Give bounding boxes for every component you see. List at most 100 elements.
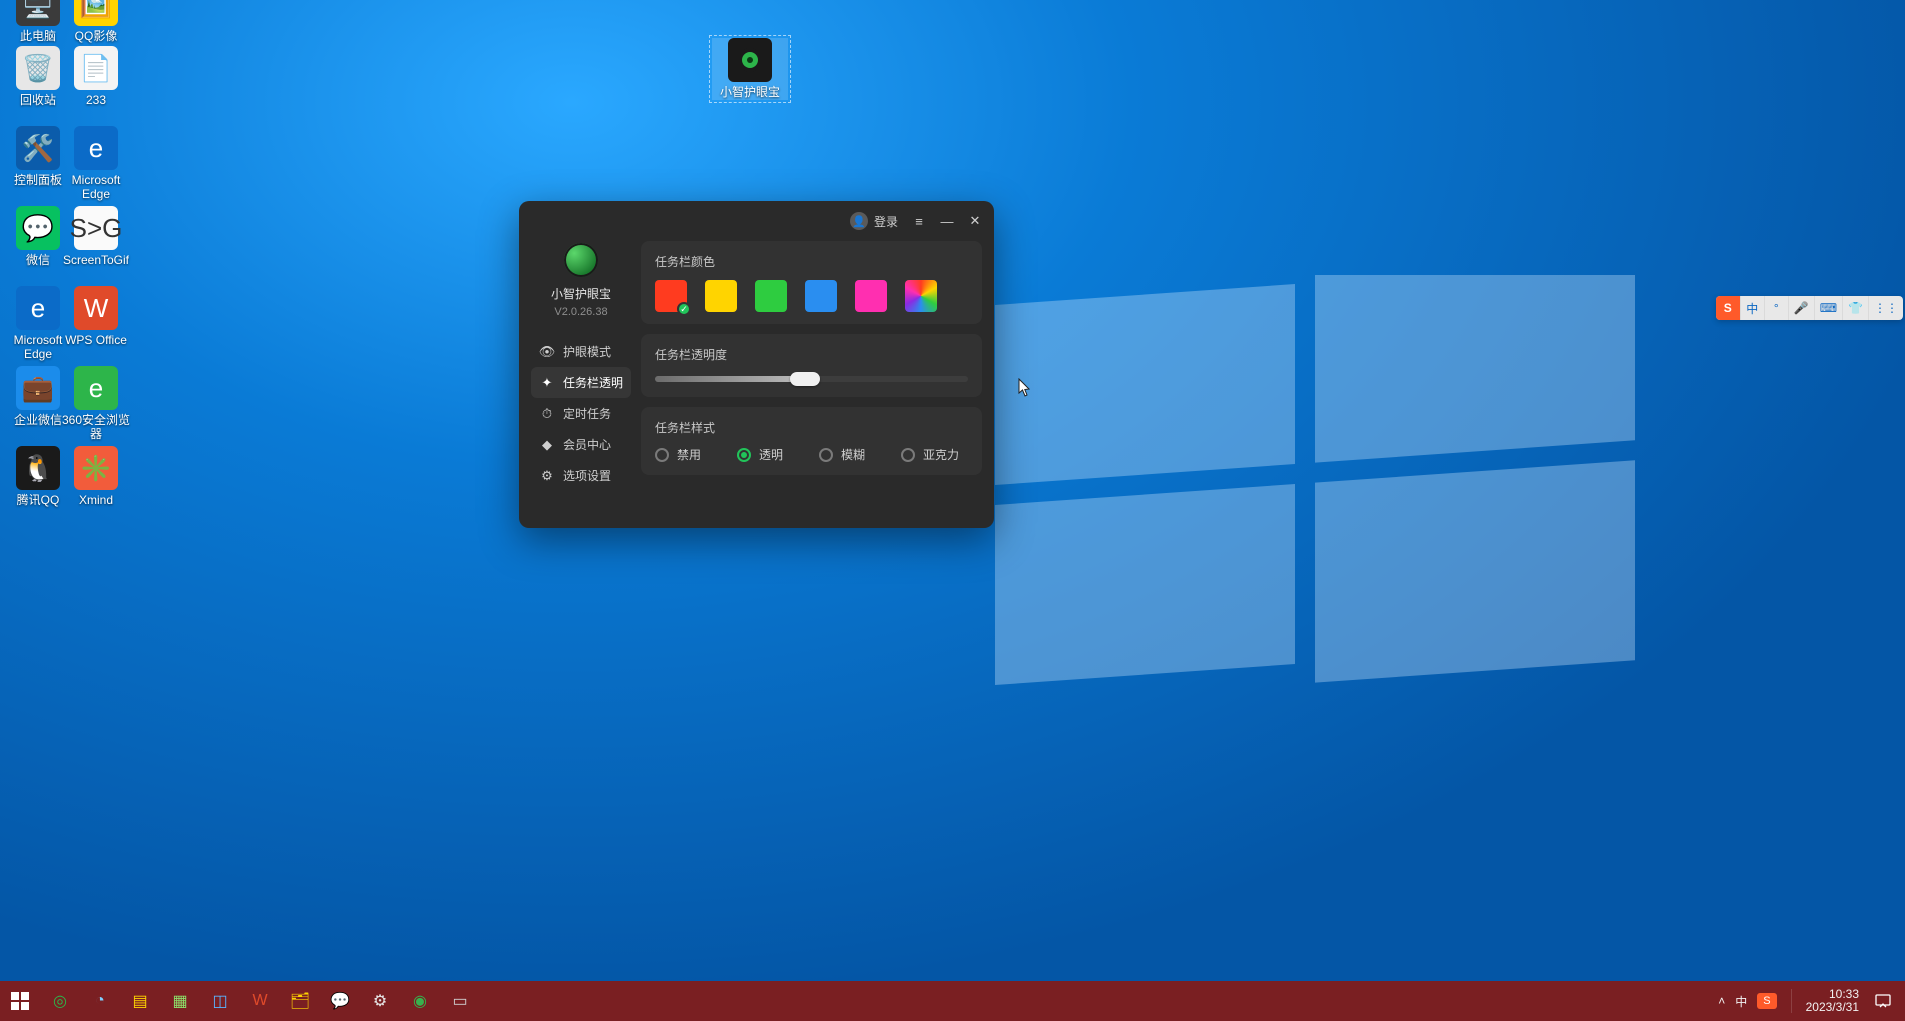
- clock-icon: ⏱: [539, 406, 555, 422]
- screentogif-icon: S>G: [74, 206, 118, 250]
- icon-label: WPS Office: [58, 334, 134, 348]
- taskbar-app-360[interactable]: ◎: [40, 981, 80, 1021]
- swatch-blue[interactable]: [805, 280, 837, 312]
- desktop-icon-xmind[interactable]: ✳️ Xmind: [58, 446, 134, 508]
- desktop-icon-wps[interactable]: W WPS Office: [58, 286, 134, 348]
- app-content: 任务栏颜色 ✓ 任务栏透明度: [641, 241, 982, 516]
- tray-separator: [1791, 989, 1792, 1013]
- ime-keyboard-icon[interactable]: ⌨: [1814, 296, 1842, 320]
- taskbar-app-explorer-1[interactable]: ▤: [120, 981, 160, 1021]
- swatch-yellow[interactable]: [705, 280, 737, 312]
- slider-fill: [655, 376, 805, 382]
- hamburger-icon[interactable]: ≡: [912, 214, 926, 228]
- app-logo-icon: [564, 243, 598, 277]
- menu-eye-mode[interactable]: 👁 护眼模式: [531, 336, 631, 367]
- ime-skin-icon[interactable]: 👕: [1842, 296, 1868, 320]
- app-brand: 小智护眼宝 V2.0.26.38: [551, 241, 611, 318]
- menu-member-center[interactable]: ◆ 会员中心: [531, 429, 631, 460]
- menu-taskbar-transparency[interactable]: ✦ 任务栏透明: [531, 367, 631, 398]
- pc-icon: 🖥️: [16, 0, 60, 26]
- radio-label: 透明: [759, 446, 783, 463]
- tray-lang[interactable]: 中: [1735, 993, 1747, 1010]
- menu-label: 选项设置: [563, 467, 611, 484]
- panel-title: 任务栏颜色: [655, 253, 968, 270]
- taskbar[interactable]: ◎ ◔ ▤ ▦ ◫ W 🗂 💬 ⚙ ◉ ▭ ˄ 中 S 10:33 2023/3…: [0, 981, 1905, 1021]
- desktop-icon-360-browser[interactable]: e 360安全浏览器: [58, 366, 134, 442]
- textfile-icon: 📄: [74, 46, 118, 90]
- ime-voice-icon[interactable]: 🎤: [1788, 296, 1814, 320]
- app-titlebar[interactable]: 👤 登录 ≡ — ✕: [519, 201, 994, 241]
- swatch-magenta[interactable]: [855, 280, 887, 312]
- close-icon[interactable]: ✕: [968, 214, 982, 228]
- tray-ime-brand-icon[interactable]: S: [1757, 993, 1776, 1009]
- tray-date: 2023/3/31: [1806, 1001, 1859, 1014]
- tray-notifications[interactable]: [1869, 981, 1897, 1021]
- taskbar-app-eye-protector[interactable]: ◉: [400, 981, 440, 1021]
- radio-label: 亚克力: [923, 446, 959, 463]
- radio-blur[interactable]: 模糊: [819, 446, 865, 463]
- desktop-icon-xiaozhi-eye[interactable]: 小智护眼宝: [712, 38, 788, 100]
- user-icon: 👤: [850, 212, 868, 230]
- ime-toolbar[interactable]: S 中 ° 🎤 ⌨ 👕 ⋮⋮: [1716, 296, 1903, 320]
- taskbar-app-wps[interactable]: W: [240, 981, 280, 1021]
- swatch-green[interactable]: [755, 280, 787, 312]
- xmind-icon: ✳️: [74, 446, 118, 490]
- menu-label: 会员中心: [563, 436, 611, 453]
- enterprise-wechat-icon: 💼: [16, 366, 60, 410]
- taskbar-app-explorer-2[interactable]: 🗂: [280, 981, 320, 1021]
- swatch-red[interactable]: ✓: [655, 280, 687, 312]
- icon-label: QQ影像: [58, 30, 134, 44]
- menu-settings[interactable]: ⚙ 选项设置: [531, 460, 631, 491]
- radio-disabled[interactable]: 禁用: [655, 446, 701, 463]
- login-label: 登录: [874, 213, 898, 230]
- recycle-icon: 🗑️: [16, 46, 60, 90]
- tray-clock[interactable]: 10:33 2023/3/31: [1806, 988, 1859, 1013]
- ime-lang[interactable]: 中: [1740, 296, 1764, 320]
- desktop[interactable]: 🖥️ 此电脑 🖼️ QQ影像 🗑️ 回收站 📄 233 🛠️ 控制面板 e Mi…: [0, 0, 1905, 1021]
- transparency-slider[interactable]: [655, 373, 968, 385]
- icon-label: 233: [58, 94, 134, 108]
- ime-more-icon[interactable]: ⋮⋮: [1868, 296, 1903, 320]
- sparkle-icon: ✦: [539, 375, 555, 391]
- app-version: V2.0.26.38: [554, 306, 607, 318]
- panel-taskbar-style: 任务栏样式 禁用 透明 模糊: [641, 407, 982, 475]
- radio-dot-icon: [737, 448, 751, 462]
- edge-icon: e: [16, 286, 60, 330]
- taskbar-app-edge[interactable]: ◔: [80, 981, 120, 1021]
- menu-label: 护眼模式: [563, 343, 611, 360]
- eye-protector-icon: [728, 38, 772, 82]
- system-tray[interactable]: ˄ 中 S 10:33 2023/3/31: [1710, 981, 1905, 1021]
- gear-icon: ⚙: [539, 468, 555, 484]
- diamond-icon: ◆: [539, 437, 555, 453]
- swatch-rainbow[interactable]: [905, 280, 937, 312]
- radio-acrylic[interactable]: 亚克力: [901, 446, 959, 463]
- desktop-icon-qqimage[interactable]: 🖼️ QQ影像: [58, 0, 134, 44]
- app-title: 小智护眼宝: [551, 285, 611, 302]
- app-sidebar: 小智护眼宝 V2.0.26.38 👁 护眼模式 ✦ 任务栏透明 ⏱ 定时任务: [531, 241, 631, 516]
- taskbar-app-image[interactable]: ▦: [160, 981, 200, 1021]
- ime-punct[interactable]: °: [1764, 296, 1788, 320]
- radio-label: 模糊: [841, 446, 865, 463]
- taskbar-app-wechat[interactable]: 💬: [320, 981, 360, 1021]
- desktop-icon-screentogif[interactable]: S>G ScreenToGif: [58, 206, 134, 268]
- radio-transparent[interactable]: 透明: [737, 446, 783, 463]
- panel-title: 任务栏透明度: [655, 346, 968, 363]
- menu-scheduled-tasks[interactable]: ⏱ 定时任务: [531, 398, 631, 429]
- start-button[interactable]: [0, 981, 40, 1021]
- tray-chevron-up-icon[interactable]: ˄: [1718, 994, 1725, 1008]
- app-window-xiaozhi-eye: 👤 登录 ≡ — ✕ 小智护眼宝 V2.0.26.38 👁 护眼模式: [519, 201, 994, 528]
- check-icon: ✓: [677, 302, 691, 316]
- desktop-icon-edge-1[interactable]: e Microsoft Edge: [58, 126, 134, 202]
- taskbar-app-generic-2[interactable]: ▭: [440, 981, 480, 1021]
- panel-taskbar-transparency: 任务栏透明度: [641, 334, 982, 397]
- desktop-icon-233-txt[interactable]: 📄 233: [58, 46, 134, 108]
- radio-label: 禁用: [677, 446, 701, 463]
- taskbar-app-generic-1[interactable]: ◫: [200, 981, 240, 1021]
- icon-label: 小智护眼宝: [712, 86, 788, 100]
- taskbar-app-settings[interactable]: ⚙: [360, 981, 400, 1021]
- login-button[interactable]: 👤 登录: [850, 212, 898, 230]
- minimize-icon[interactable]: —: [940, 214, 954, 228]
- eye-icon: 👁: [539, 344, 555, 360]
- ime-brand-icon[interactable]: S: [1716, 296, 1740, 320]
- slider-thumb[interactable]: [790, 372, 820, 386]
